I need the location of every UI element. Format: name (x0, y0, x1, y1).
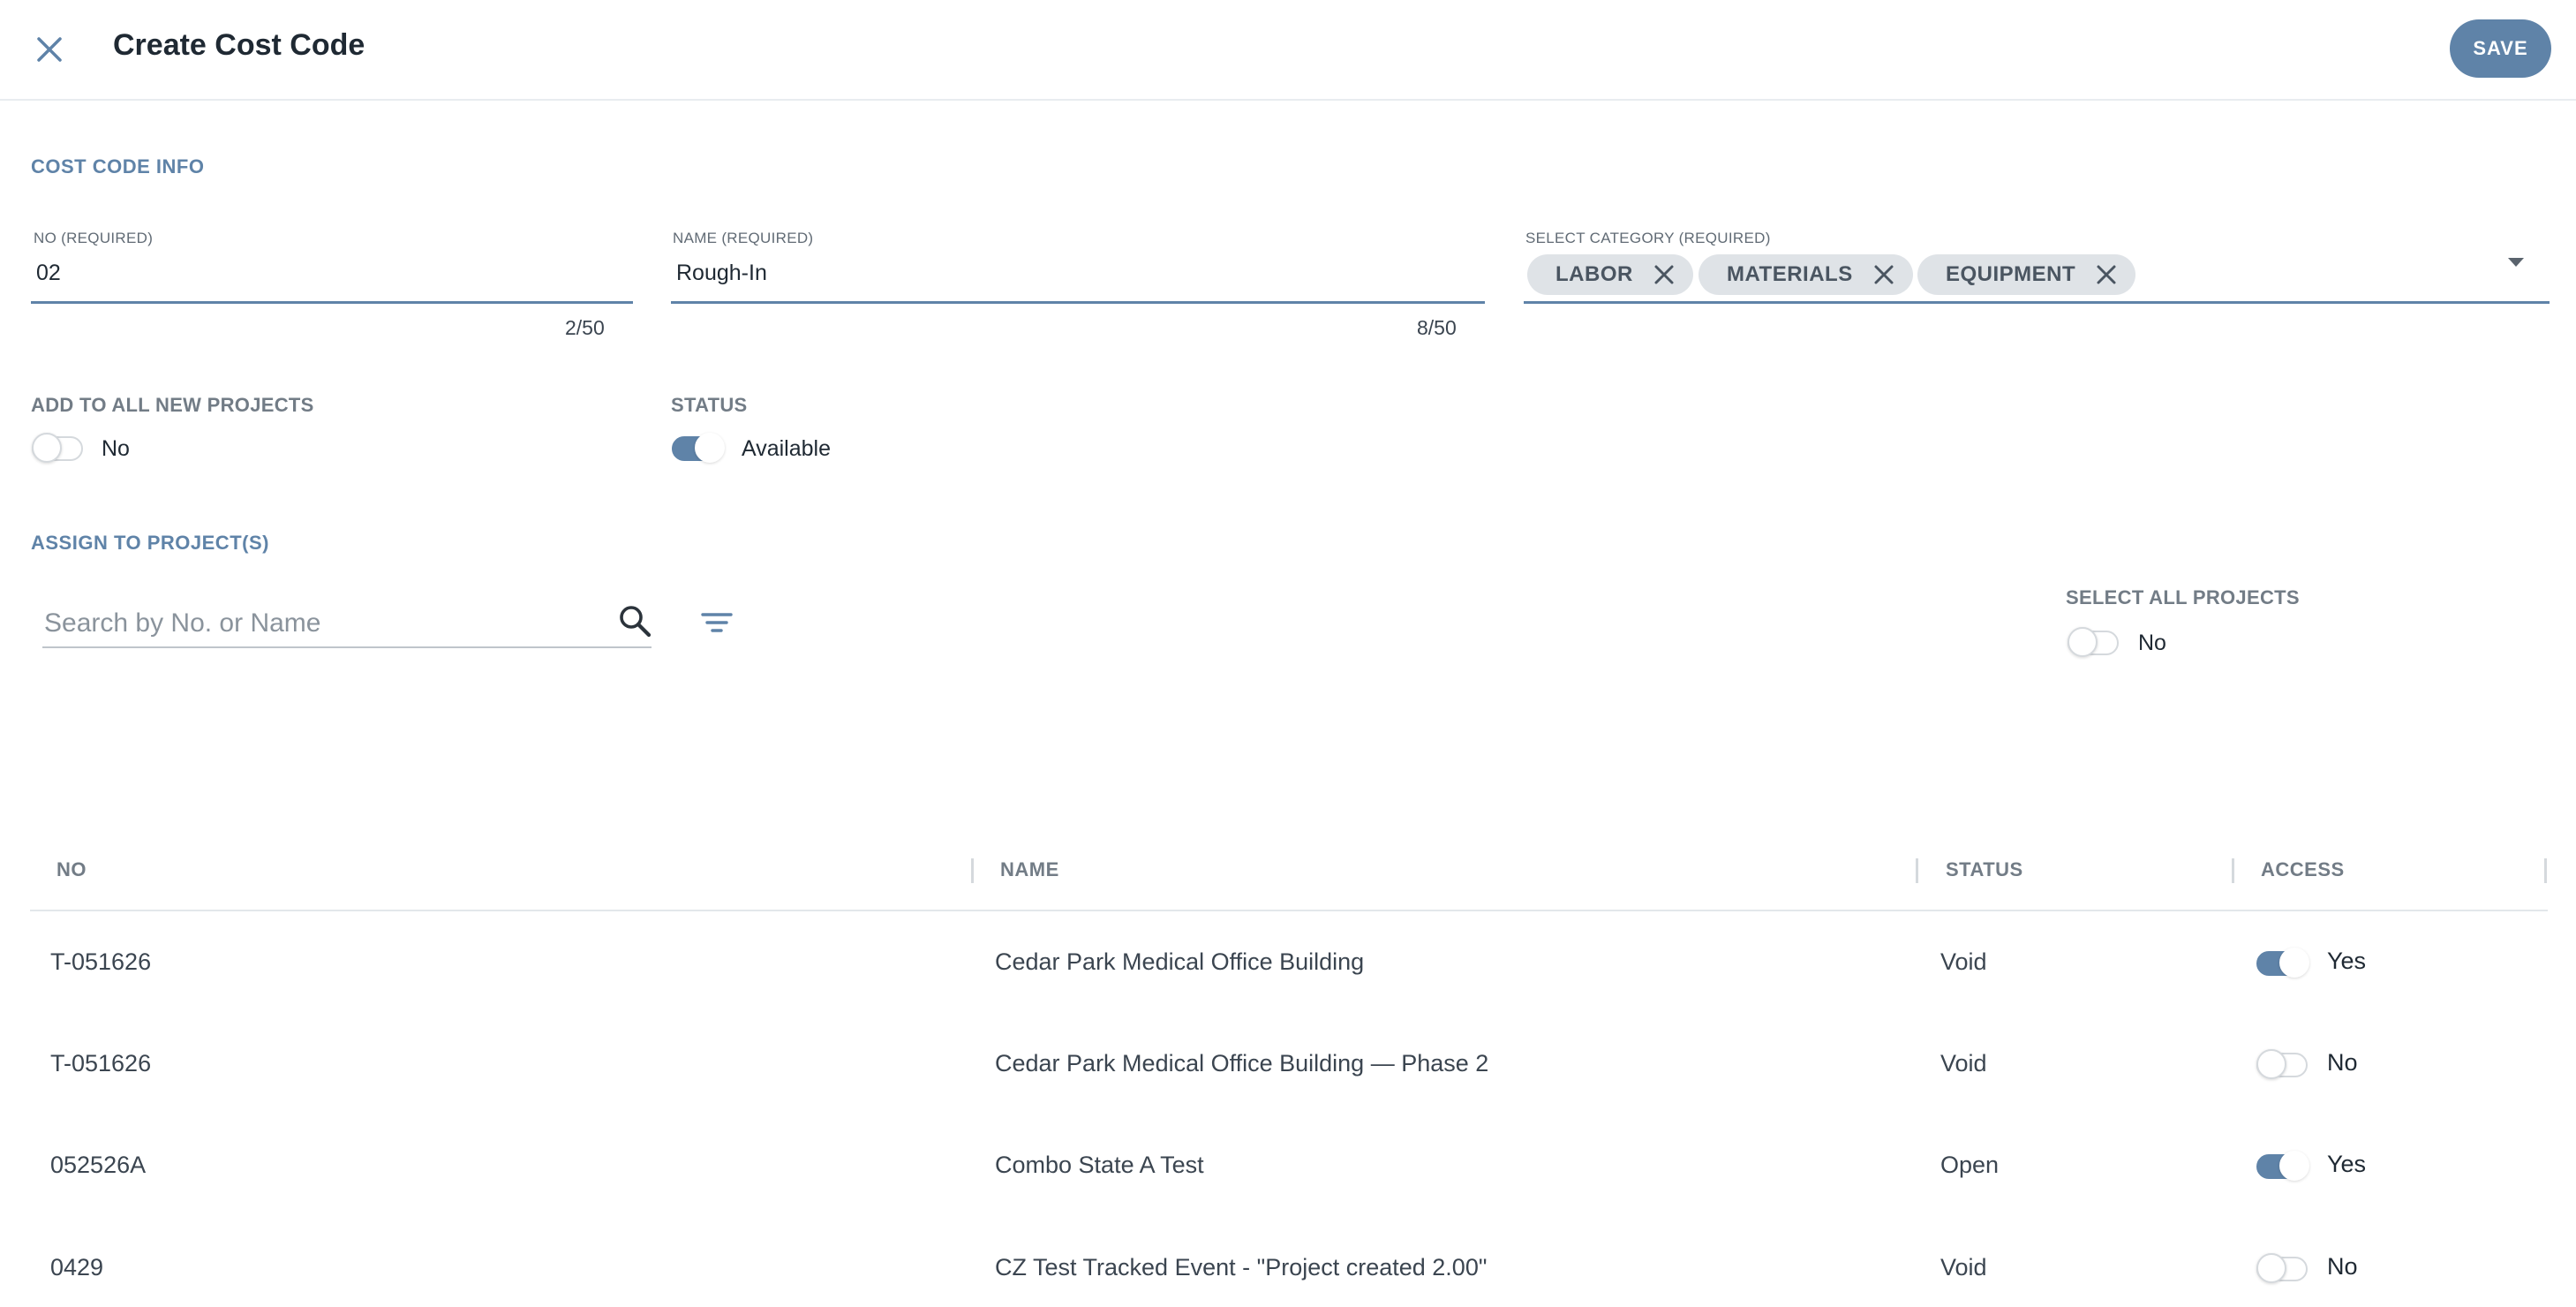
search-input[interactable] (42, 601, 652, 648)
cell-name: CZ Test Tracked Event - "Project created… (995, 1254, 1488, 1281)
cell-status: Void (1940, 948, 1987, 975)
toggle-knob (695, 433, 725, 463)
column-separator[interactable] (2232, 858, 2234, 883)
chip-label: MATERIALS (1727, 262, 1853, 286)
status-toggle[interactable] (672, 433, 725, 463)
add-to-all-value: No (102, 436, 130, 461)
column-header-status[interactable]: STATUS (1946, 858, 2023, 881)
assign-projects-heading: ASSIGN TO PROJECT(S) (31, 532, 269, 554)
name-field[interactable]: NAME (REQUIRED) Rough-In (671, 225, 1485, 305)
cell-status: Void (1940, 1254, 1987, 1281)
top-bar: Create Cost Code SAVE (0, 0, 2576, 101)
chip-label: EQUIPMENT (1946, 262, 2076, 286)
no-field-label: NO (REQUIRED) (34, 230, 154, 246)
toggle-knob (2279, 1151, 2309, 1181)
select-all-label: SELECT ALL PROJECTS (2066, 586, 2300, 608)
no-field-underline (31, 301, 633, 304)
cell-no: T-051626 (50, 948, 152, 975)
cost-code-info-heading: COST CODE INFO (31, 155, 205, 178)
chip-label: LABOR (1555, 262, 1633, 286)
column-header-no[interactable]: NO (56, 858, 87, 881)
cell-name: Combo State A Test (995, 1152, 1204, 1178)
toggle-knob (32, 433, 62, 463)
search-icon[interactable] (616, 602, 653, 639)
name-field-label: NAME (REQUIRED) (673, 230, 814, 246)
cell-access: No (2327, 1253, 2358, 1280)
status-value: Available (742, 436, 832, 461)
name-field-underline (671, 301, 1485, 304)
cell-no: 0429 (50, 1254, 104, 1281)
toggle-knob (2256, 1253, 2286, 1283)
column-separator[interactable] (1916, 858, 1918, 883)
column-separator[interactable] (2544, 858, 2547, 883)
no-field-value[interactable]: 02 (36, 261, 61, 286)
toggle-knob (2256, 1049, 2286, 1079)
cell-status: Open (1940, 1152, 2000, 1178)
toggle-knob (2279, 948, 2309, 978)
cell-status: Void (1940, 1050, 1987, 1077)
close-icon[interactable] (2095, 263, 2118, 286)
close-icon[interactable] (1653, 263, 1676, 286)
no-field-counter: 2/50 (565, 316, 605, 339)
category-chip-labor[interactable]: LABOR (1527, 254, 1693, 295)
status-label: STATUS (671, 394, 748, 416)
page-title: Create Cost Code (113, 28, 365, 62)
cell-name: Cedar Park Medical Office Building (995, 948, 1365, 975)
no-field[interactable]: NO (REQUIRED) 02 (31, 225, 633, 305)
category-chip-equipment[interactable]: EQUIPMENT (1917, 254, 2136, 295)
category-chip-materials[interactable]: MATERIALS (1699, 254, 1913, 295)
column-header-name[interactable]: NAME (1000, 858, 1059, 881)
close-icon[interactable] (1872, 263, 1895, 286)
table-header-divider (30, 910, 2548, 911)
add-to-all-label: ADD TO ALL NEW PROJECTS (31, 394, 314, 416)
cell-no: 052526A (50, 1152, 147, 1178)
category-field-underline (1524, 301, 2550, 304)
cell-name: Cedar Park Medical Office Building — Pha… (995, 1050, 1489, 1077)
name-field-value[interactable]: Rough-In (676, 261, 767, 286)
close-icon[interactable] (32, 32, 67, 67)
save-button[interactable]: SAVE (2450, 19, 2551, 78)
column-header-access[interactable]: ACCESS (2261, 858, 2345, 881)
access-toggle[interactable] (2256, 948, 2309, 978)
access-toggle[interactable] (2256, 1253, 2308, 1283)
cell-access: No (2327, 1049, 2358, 1076)
category-field-label: SELECT CATEGORY (REQUIRED) (1525, 230, 1771, 246)
column-separator[interactable] (971, 858, 974, 883)
cell-access: Yes (2327, 948, 2367, 974)
add-to-all-toggle[interactable] (32, 433, 83, 463)
cell-no: T-051626 (50, 1050, 152, 1077)
filter-icon[interactable] (699, 608, 734, 638)
name-field-counter: 8/50 (1417, 316, 1457, 339)
select-all-value: No (2138, 631, 2166, 655)
access-toggle[interactable] (2256, 1151, 2309, 1181)
cell-access: Yes (2327, 1151, 2367, 1177)
select-all-toggle[interactable] (2068, 627, 2119, 657)
chevron-down-icon[interactable] (2508, 258, 2524, 267)
access-toggle[interactable] (2256, 1049, 2308, 1079)
toggle-knob (2068, 627, 2098, 657)
